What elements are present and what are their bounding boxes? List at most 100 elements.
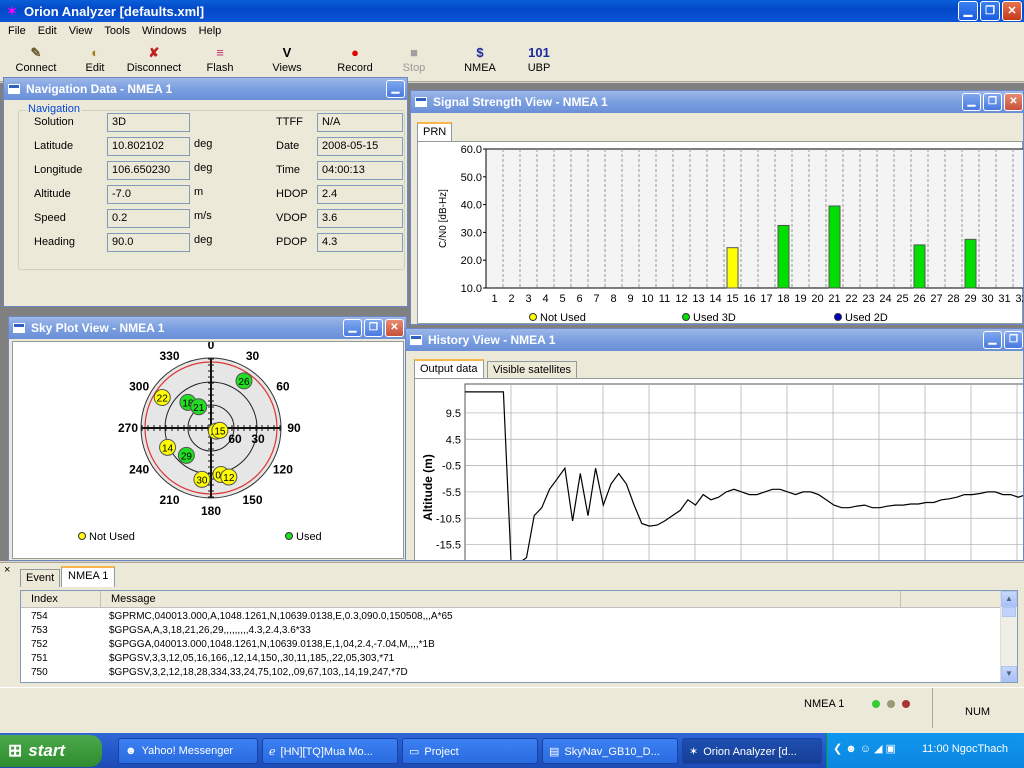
table-row[interactable]: 750 $GPGSV,3,2,12,18,28,334,33,24,75,102,… [21,667,1001,681]
menu-windows[interactable]: Windows [136,25,193,37]
y-tick-label: 30.0 [461,227,482,239]
nav-field-altitude: -7.0 [107,185,190,204]
edit-label: Edit [85,62,105,74]
taskbar-item[interactable]: ☻ Yahoo! Messenger [118,738,258,764]
window-icon [13,323,25,333]
stop-label: Stop [402,62,426,74]
signal-minimize-button[interactable]: ▁ [962,93,981,111]
close-panel-icon[interactable]: × [4,564,10,576]
row-message: $GPRMC,040013.000,A,1048.1261,N,10639.01… [109,611,453,622]
minimize-button[interactable]: ▁ [958,1,978,21]
menu-help[interactable]: Help [193,25,228,37]
window-icon [8,84,20,94]
signal-strength-window[interactable]: Signal Strength View - NMEA 1 ▁ ❐ ✕ PRN … [410,90,1024,325]
scroll-up-icon[interactable]: ▲ [1001,591,1017,607]
close-button[interactable]: ✕ [1002,1,1022,21]
scroll-down-icon[interactable]: ▼ [1001,666,1017,682]
log-panel: × Event NMEA 1 Index Message 754 $GPRMC,0… [0,562,1024,687]
tab-nmea-1[interactable]: NMEA 1 [61,566,116,587]
table-row[interactable]: 751 $GPGSV,3,3,12,05,16,166,,12,14,150,,3… [21,653,1001,667]
nmea-message-list[interactable]: Index Message 754 $GPRMC,040013.000,A,104… [20,590,1018,683]
nav-label-ttff: TTFF [276,116,303,128]
nav-unit-longitude: deg [194,162,213,174]
column-header-message[interactable]: Message [101,591,901,608]
stop-button[interactable]: ■ Stop [384,44,444,74]
app-titlebar: ✶ Orion Analyzer [defaults.xml] ▁ ❐ ✕ [0,0,1024,22]
history-minimize-button[interactable]: ▁ [983,331,1002,349]
signal-maximize-button[interactable]: ❐ [983,93,1002,111]
nav-field-ttff: N/A [317,113,403,132]
menu-view[interactable]: View [63,25,99,37]
maximize-button[interactable]: ❐ [980,1,1000,21]
nav-label-latitude: Latitude [34,140,74,152]
nav-minimize-button[interactable]: ▁ [386,80,405,98]
history-maximize-button[interactable]: ❐ [1004,331,1023,349]
taskbar-item[interactable]: ℯ [HN][TQ]Mua Mo... [262,738,398,764]
menu-file[interactable]: File [2,25,32,37]
x-tick-label: 9 [627,293,633,305]
menu-edit[interactable]: Edit [32,25,63,37]
row-message: $GPGGA,040013.000,1048.1261,N,10639.0138… [109,639,435,650]
row-message: $GPGSV,3,3,12,05,16,166,,12,14,150,,30,1… [109,653,395,664]
start-button[interactable]: ⊞ start [0,735,102,767]
column-header-index[interactable]: Index [21,591,101,608]
x-tick-label: 8 [610,293,616,305]
document-icon: ▤ [549,746,560,758]
signal-close-button[interactable]: ✕ [1004,93,1023,111]
taskbar: ⊞ start ☻ Yahoo! Messenger ℯ [HN][TQ]Mua Mo.… [0,733,1024,768]
column-header-blank [901,591,1001,608]
taskbar-item[interactable]: ▭ Project [402,738,538,764]
legend-used-icon [285,532,293,540]
row-message: $GPGSA,A,3,18,21,26,29,,,,,,,,,4.3,2.4,3… [109,625,311,636]
edit-button[interactable]: ◐ Edit [65,44,125,74]
signal-bar-prn-29 [964,238,977,289]
record-button[interactable]: ● Record [325,44,385,74]
nmea-button[interactable]: $ NMEA [450,44,510,74]
x-tick-label: 2 [508,293,514,305]
tray-icons[interactable]: ❮☻☺◢▣ [833,742,899,755]
x-tick-label: 12 [675,293,687,305]
x-tick-label: 14 [709,293,721,305]
taskbar-item[interactable]: ▤ SkyNav_GB10_D... [542,738,678,764]
y-tick-label: -5.5 [442,487,461,499]
tab-visible-satellites[interactable]: Visible satellites [487,361,578,378]
log-scrollbar[interactable]: ▲ ▼ [1000,591,1017,682]
signal-bar-prn-18 [777,224,790,289]
status-bar: NMEA 1 NUM [0,687,1024,733]
satellite-label: 15 [214,426,226,437]
sky-plot-titlebar[interactable]: Sky Plot View - NMEA 1 ▁ ❐ ✕ [9,317,406,339]
folder-icon: ▭ [409,746,420,758]
sky-minimize-button[interactable]: ▁ [343,319,362,337]
history-titlebar[interactable]: History View - NMEA 1 ▁ ❐ [406,329,1023,351]
menu-tools[interactable]: Tools [98,25,136,37]
window-icon [410,335,422,345]
table-row[interactable]: 753 $GPGSA,A,3,18,21,26,29,,,,,,,,,4.3,2.… [21,625,1001,639]
navigation-data-window[interactable]: Navigation Data - NMEA 1 ▁ Navigation So… [3,77,408,307]
taskbar-item[interactable]: ✶ Orion Analyzer [d... [682,738,822,764]
disconnect-button[interactable]: ✘ Disconnect [124,44,184,74]
views-button[interactable]: V Views [257,44,317,74]
history-window[interactable]: History View - NMEA 1 ▁ ❐ Output data Vi… [405,328,1024,561]
tab-prn[interactable]: PRN [417,122,453,141]
sky-plot-window[interactable]: Sky Plot View - NMEA 1 ▁ ❐ ✕ 0 30 60 90 120 1… [8,316,407,561]
tab-output-data[interactable]: Output data [414,359,484,378]
flash-button[interactable]: ≡ Flash [190,44,250,74]
connect-button[interactable]: ✎ Connect [6,44,66,74]
table-row[interactable]: 754 $GPRMC,040013.000,A,1048.1261,N,10639… [21,611,1001,625]
tab-event[interactable]: Event [20,569,61,587]
satellite-label: 29 [181,451,193,462]
record-label: Record [337,62,373,74]
scroll-thumb[interactable] [1002,607,1016,617]
ubp-label: UBP [527,62,551,74]
x-tick-label: 27 [930,293,942,305]
navigation-data-titlebar[interactable]: Navigation Data - NMEA 1 ▁ [4,78,407,100]
y-tick-label: 40.0 [461,200,482,212]
ubp-button[interactable]: 101 UBP [509,44,569,74]
table-row[interactable]: 752 $GPGGA,040013.000,1048.1261,N,10639.0… [21,639,1001,653]
tray-clock: 11:00 NgocThach [922,743,1009,755]
sky-maximize-button[interactable]: ❐ [364,319,383,337]
sky-close-button[interactable]: ✕ [385,319,404,337]
signal-strength-titlebar[interactable]: Signal Strength View - NMEA 1 ▁ ❐ ✕ [411,91,1023,113]
x-tick-label: 11 [659,293,670,305]
nav-label-altitude: Altitude [34,188,71,200]
